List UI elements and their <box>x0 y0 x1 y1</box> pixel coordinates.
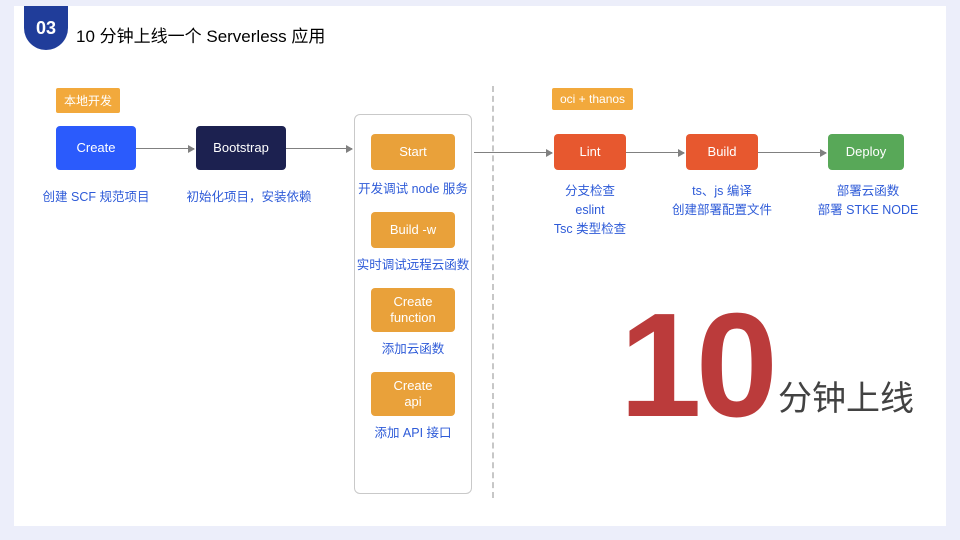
callout-text: 分钟上线 <box>778 371 914 440</box>
caption-build: ts、js 编译创建部署配置文件 <box>658 182 786 220</box>
caption-create-api: 添加 API 接口 <box>344 424 482 443</box>
slide-number-badge: 03 <box>24 6 68 50</box>
node-create-function: Createfunction <box>371 288 455 332</box>
node-lint: Lint <box>554 134 626 170</box>
caption-lint: 分支检查eslintTsc 类型检查 <box>534 182 646 238</box>
node-start: Start <box>371 134 455 170</box>
node-create-api: Createapi <box>371 372 455 416</box>
caption-deploy: 部署云函数部署 STKE NODE <box>804 182 932 220</box>
arrow-build-to-deploy <box>758 152 826 153</box>
callout: 10 分钟上线 <box>619 292 914 440</box>
caption-build-watch: 实时调试远程云函数 <box>344 256 482 275</box>
arrow-start-to-lint <box>474 152 552 153</box>
vertical-divider <box>492 86 494 498</box>
arrow-bootstrap-to-start <box>286 148 352 149</box>
node-build: Build <box>686 134 758 170</box>
node-build-watch: Build -w <box>371 212 455 248</box>
caption-start: 开发调试 node 服务 <box>344 180 482 199</box>
tag-local-dev: 本地开发 <box>56 88 120 113</box>
node-deploy: Deploy <box>828 134 904 170</box>
node-bootstrap: Bootstrap <box>196 126 286 170</box>
tag-oci-thanos: oci + thanos <box>552 88 633 110</box>
caption-bootstrap: 初始化项目，安装依赖 <box>174 188 324 207</box>
arrow-create-to-bootstrap <box>136 148 194 149</box>
caption-create-function: 添加云函数 <box>344 340 482 359</box>
slide-title: 10 分钟上线一个 Serverless 应用 <box>76 22 325 47</box>
arrow-lint-to-build <box>626 152 684 153</box>
callout-number: 10 <box>619 292 772 440</box>
node-create: Create <box>56 126 136 170</box>
slide: 03 10 分钟上线一个 Serverless 应用 本地开发 oci + th… <box>14 6 946 526</box>
caption-create: 创建 SCF 规范项目 <box>32 188 160 207</box>
